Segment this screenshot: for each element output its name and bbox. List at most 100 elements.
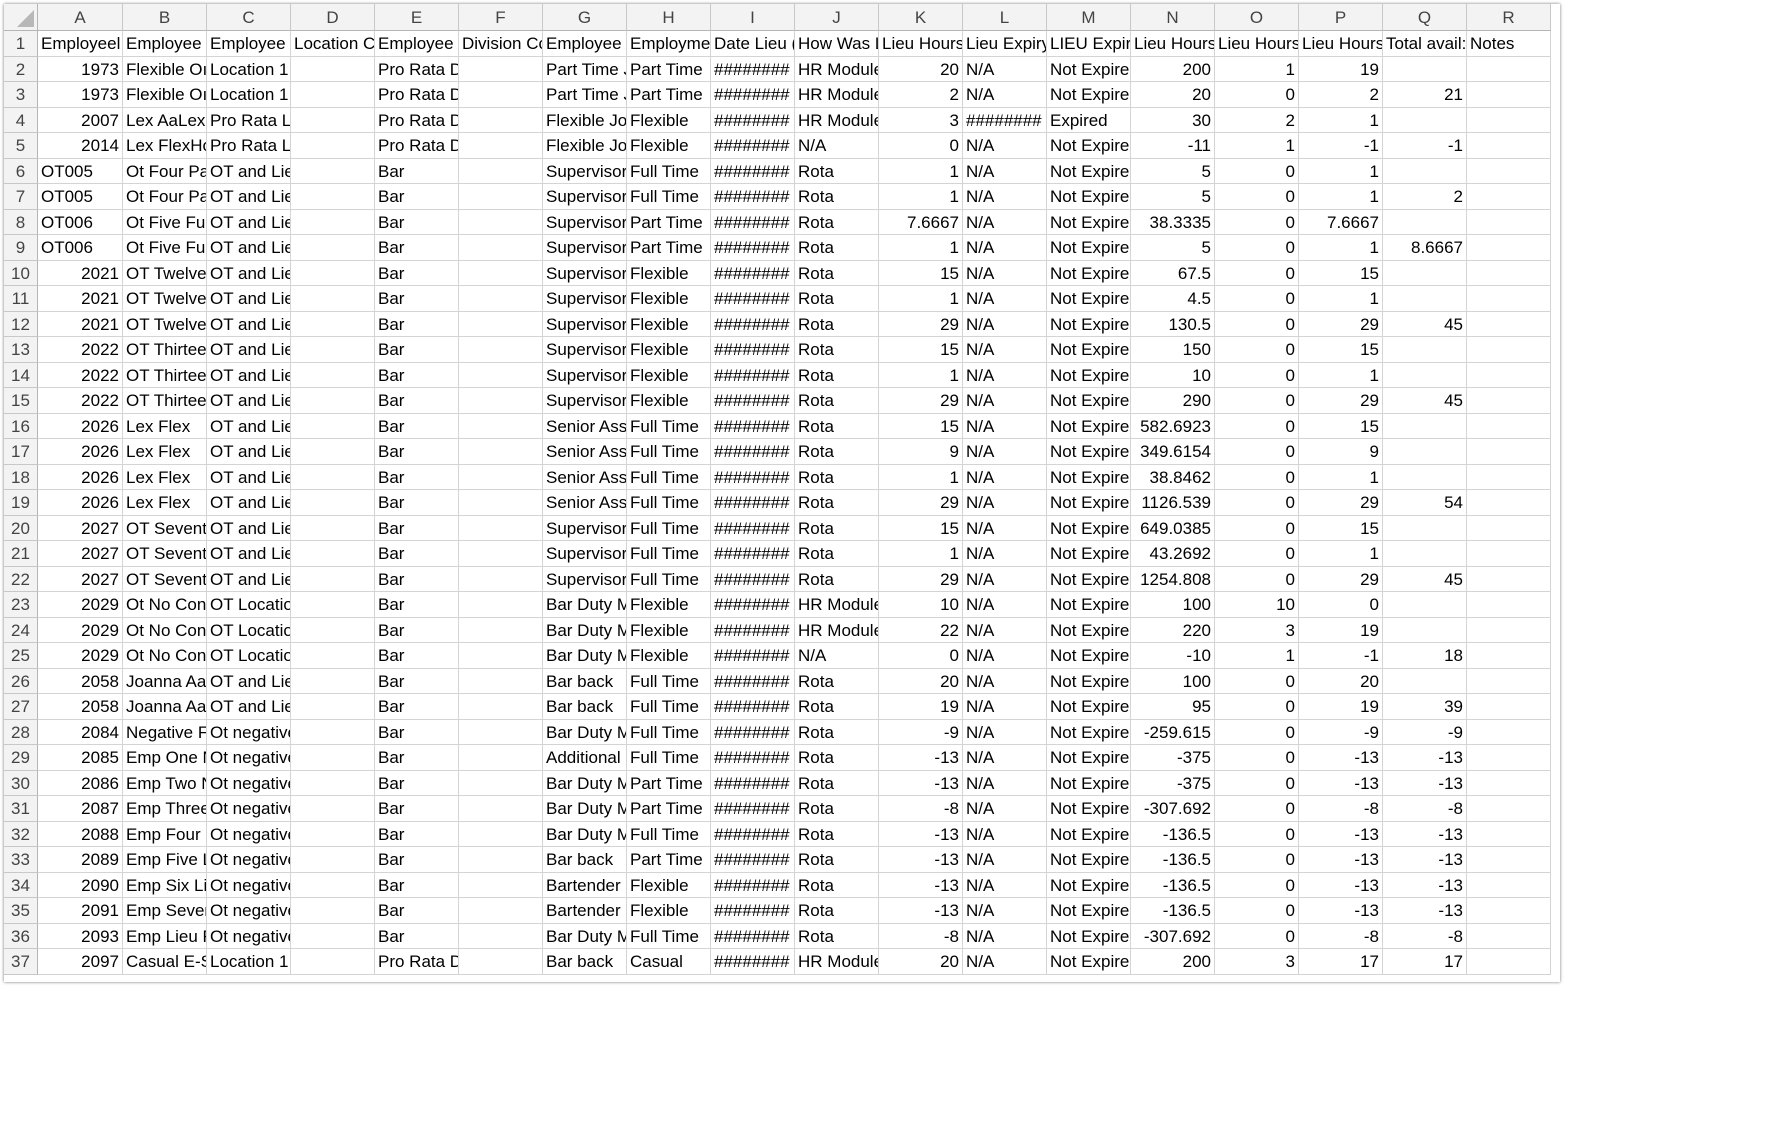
cell-c8[interactable]: OT and Lieu Hours Lo xyxy=(207,209,291,235)
cell-l25[interactable]: N/A xyxy=(963,643,1047,669)
cell-k4[interactable]: 3 xyxy=(879,107,963,133)
cell-o12[interactable]: 0 xyxy=(1215,311,1299,337)
cell-m34[interactable]: Not Expire xyxy=(1047,872,1131,898)
column-header-r[interactable]: R xyxy=(1467,4,1551,31)
cell-r24[interactable] xyxy=(1467,617,1551,643)
cell-d28[interactable] xyxy=(291,719,375,745)
cell-k7[interactable]: 1 xyxy=(879,184,963,210)
cell-h17[interactable]: Full Time xyxy=(627,439,711,465)
cell-n2[interactable]: 200 xyxy=(1131,56,1215,82)
cell-f32[interactable] xyxy=(459,821,543,847)
cell-p21[interactable]: 1 xyxy=(1299,541,1383,567)
cell-g34[interactable]: Bartender xyxy=(543,872,627,898)
cell-m37[interactable]: Not Expire xyxy=(1047,949,1131,975)
cell-c24[interactable]: OT Location 2 xyxy=(207,617,291,643)
cell-i28[interactable]: ######## xyxy=(711,719,795,745)
cell-n18[interactable]: 38.8462 xyxy=(1131,464,1215,490)
cell-i34[interactable]: ######## xyxy=(711,872,795,898)
cell-g25[interactable]: Bar Duty M xyxy=(543,643,627,669)
cell-r14[interactable] xyxy=(1467,362,1551,388)
cell-l19[interactable]: N/A xyxy=(963,490,1047,516)
cell-q4[interactable] xyxy=(1383,107,1467,133)
cell-j15[interactable]: Rota xyxy=(795,388,879,414)
cell-r18[interactable] xyxy=(1467,464,1551,490)
cell-o24[interactable]: 3 xyxy=(1215,617,1299,643)
column-header-k[interactable]: K xyxy=(879,4,963,31)
cell-d5[interactable] xyxy=(291,133,375,159)
cell-j14[interactable]: Rota xyxy=(795,362,879,388)
cell-b26[interactable]: Joanna Aal xyxy=(123,668,207,694)
cell-p31[interactable]: -8 xyxy=(1299,796,1383,822)
row-header-37[interactable]: 37 xyxy=(4,949,38,975)
cell-m12[interactable]: Not Expire xyxy=(1047,311,1131,337)
cell-c36[interactable]: Ot negative lieu hours xyxy=(207,923,291,949)
row-header-26[interactable]: 26 xyxy=(4,668,38,694)
cell-r32[interactable] xyxy=(1467,821,1551,847)
cell-b22[interactable]: OT Sevent xyxy=(123,566,207,592)
cell-k28[interactable]: -9 xyxy=(879,719,963,745)
cell-i36[interactable]: ######## xyxy=(711,923,795,949)
cell-g7[interactable]: Supervisor xyxy=(543,184,627,210)
cell-p3[interactable]: 2 xyxy=(1299,82,1383,108)
cell-g12[interactable]: Supervisor xyxy=(543,311,627,337)
cell-m31[interactable]: Not Expire xyxy=(1047,796,1131,822)
cell-c17[interactable]: OT and Lieu Hours Lo xyxy=(207,439,291,465)
cell-c37[interactable]: Location 1 xyxy=(207,949,291,975)
cell-j18[interactable]: Rota xyxy=(795,464,879,490)
cell-i30[interactable]: ######## xyxy=(711,770,795,796)
cell-b17[interactable]: Lex Flex xyxy=(123,439,207,465)
cell-l34[interactable]: N/A xyxy=(963,872,1047,898)
cell-f12[interactable] xyxy=(459,311,543,337)
cell-h32[interactable]: Full Time xyxy=(627,821,711,847)
cell-o1[interactable]: Lieu Hours xyxy=(1215,31,1299,57)
cell-j32[interactable]: Rota xyxy=(795,821,879,847)
cell-n15[interactable]: 290 xyxy=(1131,388,1215,414)
cell-o26[interactable]: 0 xyxy=(1215,668,1299,694)
cell-k20[interactable]: 15 xyxy=(879,515,963,541)
cell-q21[interactable] xyxy=(1383,541,1467,567)
cell-m4[interactable]: Expired xyxy=(1047,107,1131,133)
cell-a23[interactable]: 2029 xyxy=(38,592,123,618)
cell-g26[interactable]: Bar back xyxy=(543,668,627,694)
cell-p30[interactable]: -13 xyxy=(1299,770,1383,796)
cell-g36[interactable]: Bar Duty M xyxy=(543,923,627,949)
cell-b34[interactable]: Emp Six Lie xyxy=(123,872,207,898)
cell-o27[interactable]: 0 xyxy=(1215,694,1299,720)
cell-m7[interactable]: Not Expire xyxy=(1047,184,1131,210)
cell-j7[interactable]: Rota xyxy=(795,184,879,210)
cell-j22[interactable]: Rota xyxy=(795,566,879,592)
cell-d19[interactable] xyxy=(291,490,375,516)
cell-f8[interactable] xyxy=(459,209,543,235)
cell-m20[interactable]: Not Expire xyxy=(1047,515,1131,541)
cell-a16[interactable]: 2026 xyxy=(38,413,123,439)
cell-f31[interactable] xyxy=(459,796,543,822)
cell-f14[interactable] xyxy=(459,362,543,388)
cell-n8[interactable]: 38.3335 xyxy=(1131,209,1215,235)
cell-c7[interactable]: OT and Lieu Hours Lo xyxy=(207,184,291,210)
cell-e25[interactable]: Bar xyxy=(375,643,459,669)
cell-b11[interactable]: OT Twelve xyxy=(123,286,207,312)
cell-o36[interactable]: 0 xyxy=(1215,923,1299,949)
column-header-m[interactable]: M xyxy=(1047,4,1131,31)
cell-e2[interactable]: Pro Rata Division xyxy=(375,56,459,82)
cell-k3[interactable]: 2 xyxy=(879,82,963,108)
cell-a7[interactable]: OT005 xyxy=(38,184,123,210)
cell-i31[interactable]: ######## xyxy=(711,796,795,822)
cell-e6[interactable]: Bar xyxy=(375,158,459,184)
cell-g33[interactable]: Bar back xyxy=(543,847,627,873)
cell-l29[interactable]: N/A xyxy=(963,745,1047,771)
cell-h11[interactable]: Flexible xyxy=(627,286,711,312)
cell-k36[interactable]: -8 xyxy=(879,923,963,949)
cell-o5[interactable]: 1 xyxy=(1215,133,1299,159)
cell-o15[interactable]: 0 xyxy=(1215,388,1299,414)
cell-n11[interactable]: 4.5 xyxy=(1131,286,1215,312)
cell-j25[interactable]: N/A xyxy=(795,643,879,669)
cell-b7[interactable]: Ot Four Pa xyxy=(123,184,207,210)
cell-o30[interactable]: 0 xyxy=(1215,770,1299,796)
cell-n6[interactable]: 5 xyxy=(1131,158,1215,184)
cell-n36[interactable]: -307.692 xyxy=(1131,923,1215,949)
cell-o25[interactable]: 1 xyxy=(1215,643,1299,669)
cell-e8[interactable]: Bar xyxy=(375,209,459,235)
cell-n7[interactable]: 5 xyxy=(1131,184,1215,210)
column-header-b[interactable]: B xyxy=(123,4,207,31)
